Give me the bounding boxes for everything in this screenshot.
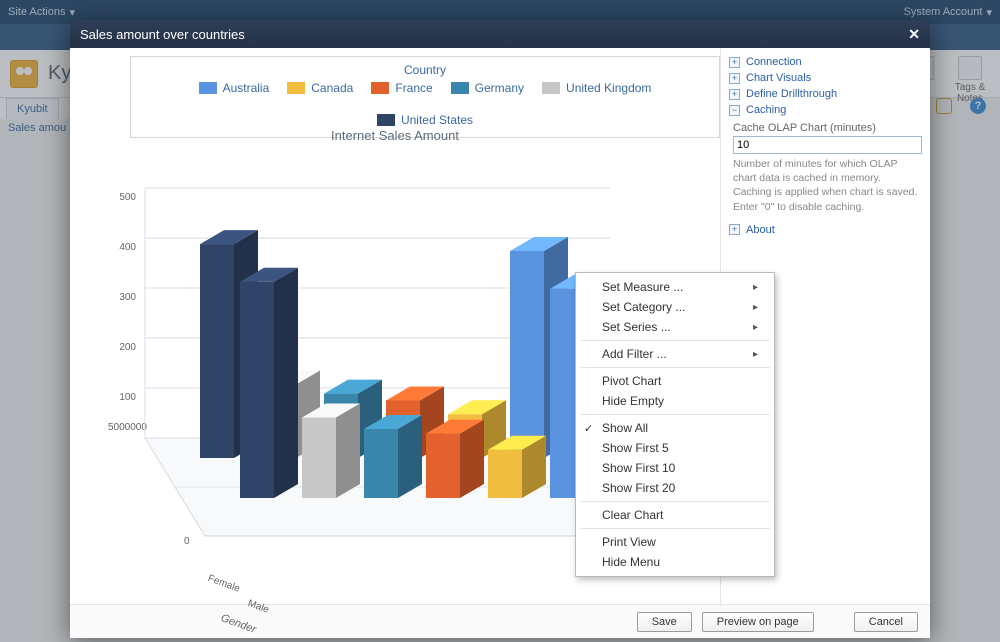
side-connection[interactable]: +Connection [729,54,922,70]
side-define-drillthrough[interactable]: +Define Drillthrough [729,86,922,102]
expand-icon: + [729,89,740,100]
modal-titlebar: Sales amount over countries ✕ [70,20,930,48]
side-about[interactable]: +About [729,222,922,238]
cache-label: Cache OLAP Chart (minutes) [733,122,922,134]
cache-help-text: Number of minutes for which OLAP chart d… [733,157,922,214]
cache-minutes-input[interactable] [733,136,922,154]
menu-show-all[interactable]: Show All [576,418,774,438]
legend-item[interactable]: France [371,81,432,95]
menu-clear-chart[interactable]: Clear Chart [576,505,774,525]
legend-label: France [395,81,432,95]
chart-title: Internet Sales Amount [70,128,720,143]
preview-button[interactable]: Preview on page [702,612,814,632]
caching-section: Cache OLAP Chart (minutes) Number of min… [733,122,922,214]
close-icon[interactable]: ✕ [908,26,920,43]
expand-icon: + [729,224,740,235]
legend-label: United Kingdom [566,81,651,95]
legend-swatch-icon [542,82,560,94]
legend-swatch-icon [377,114,395,126]
menu-set-series[interactable]: Set Series ...▸ [576,317,774,337]
legend-item[interactable]: United Kingdom [542,81,651,95]
menu-hide-menu[interactable]: Hide Menu [576,552,774,572]
legend-label: Germany [475,81,524,95]
submenu-arrow-icon: ▸ [753,282,758,293]
legend-swatch-icon [451,82,469,94]
expand-icon: + [729,73,740,84]
chart-context-menu: Set Measure ...▸ Set Category ...▸ Set S… [575,272,775,577]
submenu-arrow-icon: ▸ [753,302,758,313]
legend-label: Canada [311,81,353,95]
expand-icon: + [729,57,740,68]
legend-item[interactable]: Australia [199,81,270,95]
submenu-arrow-icon: ▸ [753,349,758,360]
legend-label: United States [401,113,473,127]
legend-swatch-icon [371,82,389,94]
menu-pivot-chart[interactable]: Pivot Chart [576,371,774,391]
collapse-icon: − [729,105,740,116]
side-chart-visuals[interactable]: +Chart Visuals [729,70,922,86]
bar-canada-male[interactable] [488,436,546,498]
legend-item[interactable]: Germany [451,81,524,95]
bar-germany-male[interactable] [364,415,422,498]
menu-set-measure[interactable]: Set Measure ...▸ [576,277,774,297]
menu-add-filter[interactable]: Add Filter ...▸ [576,344,774,364]
menu-show-first-20[interactable]: Show First 20 [576,478,774,498]
chart-editor-modal: Sales amount over countries ✕ Country Au… [70,20,930,638]
bar-france-male[interactable] [426,420,484,498]
menu-set-category[interactable]: Set Category ...▸ [576,297,774,317]
bar-united-states-male[interactable] [240,268,298,498]
menu-hide-empty[interactable]: Hide Empty [576,391,774,411]
submenu-arrow-icon: ▸ [753,322,758,333]
chart-area[interactable]: Country Australia Canada France Germany Unit… [70,48,720,604]
legend-item[interactable]: Canada [287,81,353,95]
cancel-button[interactable]: Cancel [854,612,918,632]
menu-show-first-5[interactable]: Show First 5 [576,438,774,458]
chart-legend: Country Australia Canada France Germany Unit… [130,56,720,138]
menu-show-first-10[interactable]: Show First 10 [576,458,774,478]
bar-united-kingdom-male[interactable] [302,404,360,499]
modal-title: Sales amount over countries [80,27,245,42]
legend-swatch-icon [287,82,305,94]
legend-label: Australia [223,81,270,95]
menu-print-view[interactable]: Print View [576,532,774,552]
legend-swatch-icon [199,82,217,94]
side-caching[interactable]: −Caching [729,102,922,118]
legend-item[interactable]: United States [377,113,473,127]
legend-title: Country [149,63,701,77]
